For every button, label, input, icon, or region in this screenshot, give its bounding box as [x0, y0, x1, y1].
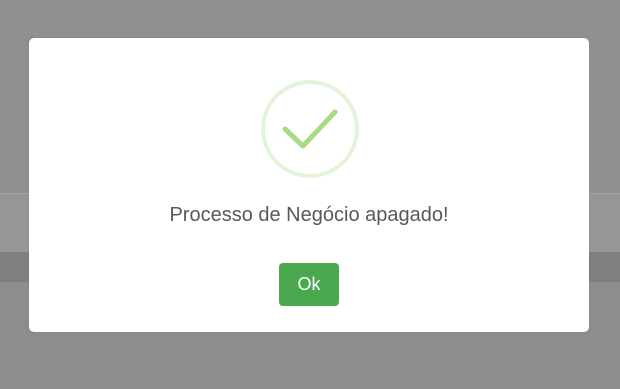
checkmark-icon	[282, 109, 338, 149]
dialog-message: Processo de Negócio apagado!	[169, 204, 449, 226]
success-dialog: Processo de Negócio apagado! Ok	[29, 38, 589, 332]
success-checkmark-icon	[261, 80, 359, 178]
ok-button[interactable]: Ok	[279, 263, 339, 306]
